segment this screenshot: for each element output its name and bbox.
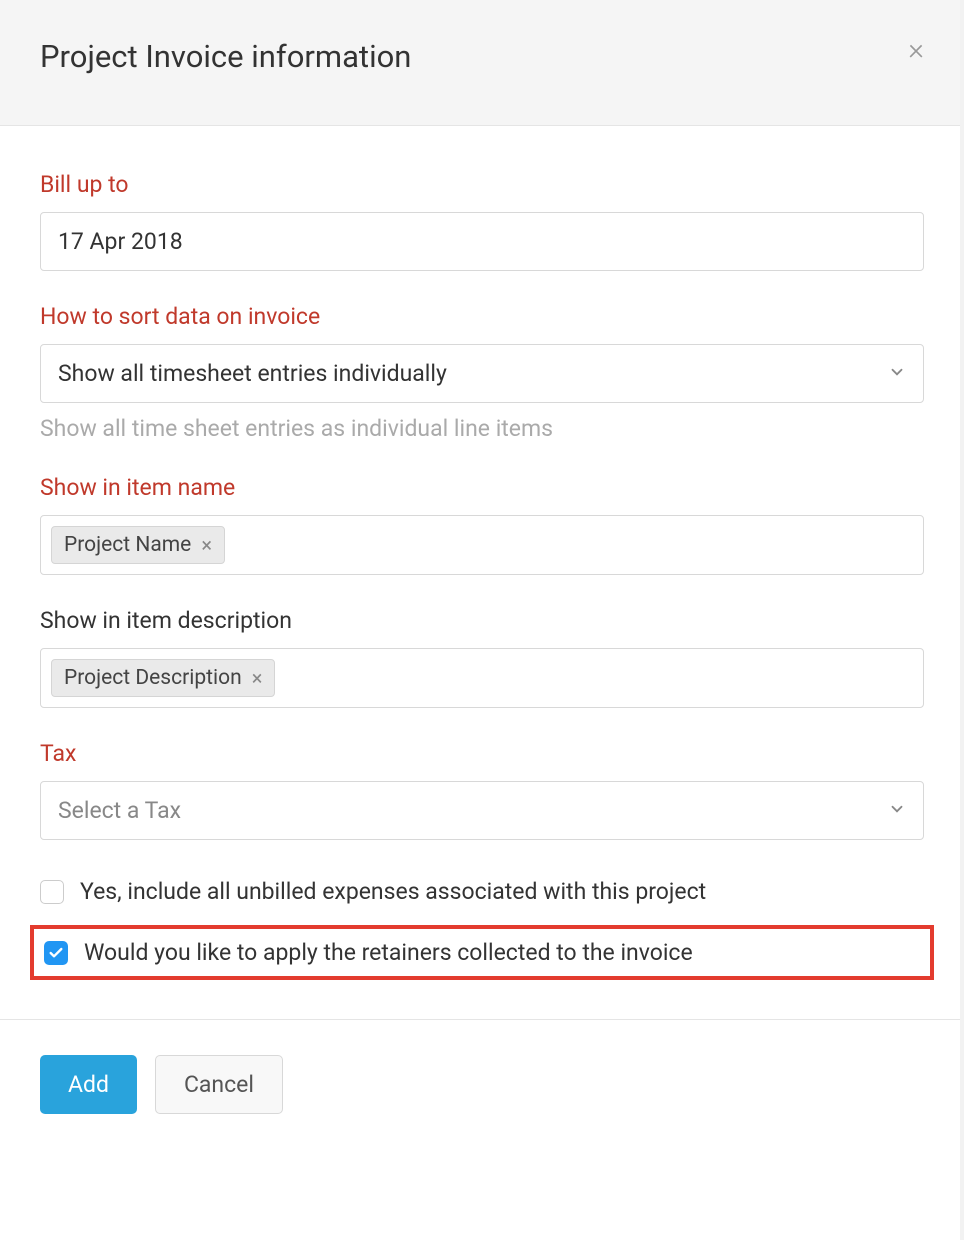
item-name-tag: Project Name × [51, 526, 225, 564]
item-desc-input[interactable]: Project Description × [40, 648, 924, 708]
close-icon[interactable]: × [908, 38, 924, 62]
retainers-checkbox-label: Would you like to apply the retainers co… [84, 939, 693, 966]
item-name-label: Show in item name [40, 474, 924, 501]
sort-select[interactable]: Show all timesheet entries individually [40, 344, 924, 403]
tax-field: Tax Select a Tax [40, 740, 924, 840]
item-name-field: Show in item name Project Name × [40, 474, 924, 575]
item-desc-label: Show in item description [40, 607, 924, 634]
bill-up-to-field: Bill up to [40, 171, 924, 271]
item-name-input[interactable]: Project Name × [40, 515, 924, 575]
cancel-button[interactable]: Cancel [155, 1055, 283, 1114]
retainers-checkbox-row: Would you like to apply the retainers co… [30, 925, 934, 980]
tax-label: Tax [40, 740, 924, 767]
modal-body: Bill up to How to sort data on invoice S… [0, 126, 964, 1019]
scrollbar-track [960, 0, 964, 1240]
modal-header: Project Invoice information × [0, 0, 964, 126]
bill-up-to-input[interactable] [40, 212, 924, 271]
expenses-checkbox[interactable] [40, 880, 64, 904]
expenses-checkbox-label: Yes, include all unbilled expenses assoc… [80, 878, 706, 905]
sort-field: How to sort data on invoice Show all tim… [40, 303, 924, 442]
sort-help-text: Show all time sheet entries as individua… [40, 415, 924, 442]
modal-title: Project Invoice information [40, 38, 411, 75]
tag-label: Project Description [64, 666, 242, 690]
close-icon[interactable]: × [201, 535, 212, 555]
tag-label: Project Name [64, 533, 191, 557]
item-desc-field: Show in item description Project Descrip… [40, 607, 924, 708]
close-icon[interactable]: × [252, 668, 263, 688]
bill-up-to-label: Bill up to [40, 171, 924, 198]
retainers-checkbox[interactable] [44, 941, 68, 965]
add-button[interactable]: Add [40, 1055, 137, 1114]
tax-select[interactable]: Select a Tax [40, 781, 924, 840]
modal-footer: Add Cancel [0, 1019, 964, 1149]
item-desc-tag: Project Description × [51, 659, 275, 697]
sort-label: How to sort data on invoice [40, 303, 924, 330]
expenses-checkbox-row: Yes, include all unbilled expenses assoc… [40, 872, 924, 911]
